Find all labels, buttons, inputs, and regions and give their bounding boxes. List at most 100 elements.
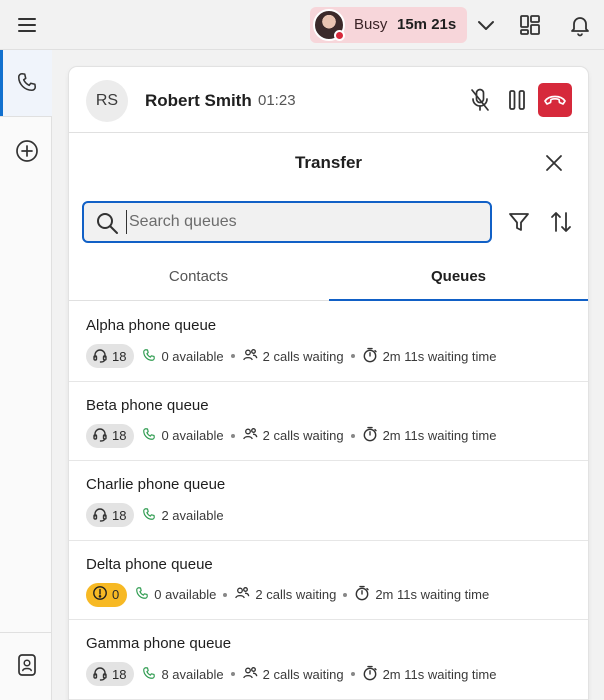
calls-waiting: 2 calls waiting: [242, 347, 344, 366]
available-agents: 8 available: [142, 666, 224, 683]
agents-badge: 0: [86, 582, 128, 607]
agents-badge: 18: [86, 503, 135, 527]
mute-button[interactable]: [468, 87, 492, 113]
calls-waiting: 2 calls waiting: [234, 585, 336, 604]
agents-count: 18: [112, 428, 127, 443]
available-text: 0 available: [161, 348, 224, 364]
separator-dot: [230, 433, 235, 438]
waiting-time-text: 2m 11s waiting time: [382, 666, 497, 682]
phone-available-icon: [142, 348, 161, 365]
people-icon: [234, 585, 255, 604]
timer-icon: [362, 347, 383, 366]
queue-list-item[interactable]: Charlie phone queue 18 2 available: [69, 461, 588, 541]
caller-name: Robert Smith: [145, 91, 252, 110]
separator-dot: [350, 433, 355, 438]
agents-badge: 18: [86, 423, 135, 448]
phone-available-icon: [142, 507, 161, 524]
queue-meta: 18 0 available 2 calls waiting 2m 11s waiti…: [86, 344, 496, 368]
menu-icon[interactable]: [16, 15, 38, 35]
sort-button[interactable]: [550, 210, 572, 234]
timer-icon: [354, 585, 375, 604]
rail-item-contacts[interactable]: [0, 633, 52, 699]
queue-list-item[interactable]: Gamma phone queue 18 8 available 2 calls wa…: [69, 620, 588, 700]
search-input[interactable]: [126, 210, 481, 234]
waiting-time: 2m 11s waiting time: [362, 426, 497, 445]
phone-available-icon: [135, 586, 154, 603]
agents-count: 18: [112, 348, 127, 364]
people-icon: [242, 665, 263, 684]
calls-waiting-text: 2 calls waiting: [255, 587, 337, 602]
transfer-title: Transfer: [294, 153, 363, 172]
phone-available-icon: [142, 427, 161, 444]
available-agents: 0 available: [142, 427, 224, 444]
available-agents: 2 available: [142, 507, 224, 524]
waiting-time-text: 2m 11s waiting time: [382, 348, 497, 364]
queue-name: Beta phone queue: [86, 396, 209, 414]
separator-dot: [223, 592, 228, 597]
tab-contacts[interactable]: Contacts: [69, 255, 328, 301]
queue-meta: 0 0 available 2 calls waiting 2m 11s waitin…: [86, 582, 489, 607]
rail-item-calls[interactable]: [0, 50, 52, 116]
calls-waiting-text: 2 calls waiting: [262, 428, 344, 443]
queue-list-item[interactable]: Alpha phone queue 18 0 available 2 calls wa…: [69, 302, 588, 382]
people-icon: [242, 426, 263, 445]
search-field: [82, 201, 492, 243]
waiting-time-text: 2m 11s waiting time: [382, 428, 497, 443]
queue-name: Gamma phone queue: [86, 635, 232, 652]
sort-icon: [551, 212, 571, 232]
available-text: 0 available: [161, 428, 224, 443]
available-text: 8 available: [161, 666, 224, 682]
close-button[interactable]: [544, 153, 564, 173]
tab-queues[interactable]: Queues: [329, 255, 588, 301]
microphone-off-icon: [471, 88, 489, 111]
timer-icon: [362, 665, 383, 684]
headset-icon: [92, 347, 112, 366]
agents-count: 18: [112, 507, 127, 523]
transfer-tabs: Contacts Queues: [69, 255, 588, 301]
bell-icon[interactable]: [568, 13, 592, 37]
presence-busy-icon: [334, 30, 345, 41]
call-header: RS Robert Smith 01:23: [69, 67, 588, 133]
calls-waiting-text: 2 calls waiting: [262, 666, 344, 682]
separator-dot: [350, 354, 355, 358]
top-bar: Busy 15m 21s: [0, 0, 604, 50]
headset-icon: [92, 665, 112, 684]
search-icon: [95, 211, 119, 235]
separator-dot: [230, 672, 235, 676]
queue-name: Alpha phone queue: [86, 317, 217, 334]
calls-waiting-text: 2 calls waiting: [262, 348, 344, 364]
pause-icon: [509, 90, 525, 110]
queue-name: Delta phone queue: [86, 555, 213, 573]
hang-up-icon: [544, 95, 566, 105]
phone-available-icon: [142, 666, 161, 683]
warning-icon: [92, 585, 112, 604]
headset-icon: [92, 506, 112, 525]
chevron-down-icon[interactable]: [474, 13, 498, 37]
people-icon: [242, 347, 263, 366]
end-call-button[interactable]: [538, 83, 572, 117]
status-label: Busy: [354, 16, 388, 33]
queue-meta: 18 8 available 2 calls waiting 2m 11s waiti…: [86, 662, 496, 686]
agents-badge: 18: [86, 662, 135, 686]
layout-icon[interactable]: [518, 13, 542, 37]
rail-item-add[interactable]: [0, 117, 52, 183]
queue-meta: 18 2 available: [86, 503, 224, 527]
call-timer: 01:23: [258, 92, 296, 109]
caller-avatar: RS: [86, 80, 128, 122]
phone-icon: [17, 72, 37, 92]
status-indicator[interactable]: Busy 15m 21s: [310, 7, 467, 43]
filter-icon: [509, 213, 529, 231]
calls-waiting: 2 calls waiting: [242, 426, 344, 445]
agents-badge: 18: [86, 344, 135, 368]
queue-list-item[interactable]: Delta phone queue 0 0 available 2 calls wai…: [69, 541, 588, 620]
available-agents: 0 available: [142, 348, 224, 365]
status-duration: 15m 21s: [397, 16, 457, 33]
close-icon: [546, 155, 562, 171]
hold-button[interactable]: [505, 87, 529, 113]
add-circle-icon: [16, 140, 38, 162]
available-agents: 0 available: [135, 586, 216, 603]
calls-waiting: 2 calls waiting: [242, 665, 344, 684]
headset-icon: [92, 426, 112, 445]
filter-button[interactable]: [508, 210, 530, 234]
queue-list-item[interactable]: Beta phone queue 18 0 available 2 calls wai…: [69, 382, 588, 461]
